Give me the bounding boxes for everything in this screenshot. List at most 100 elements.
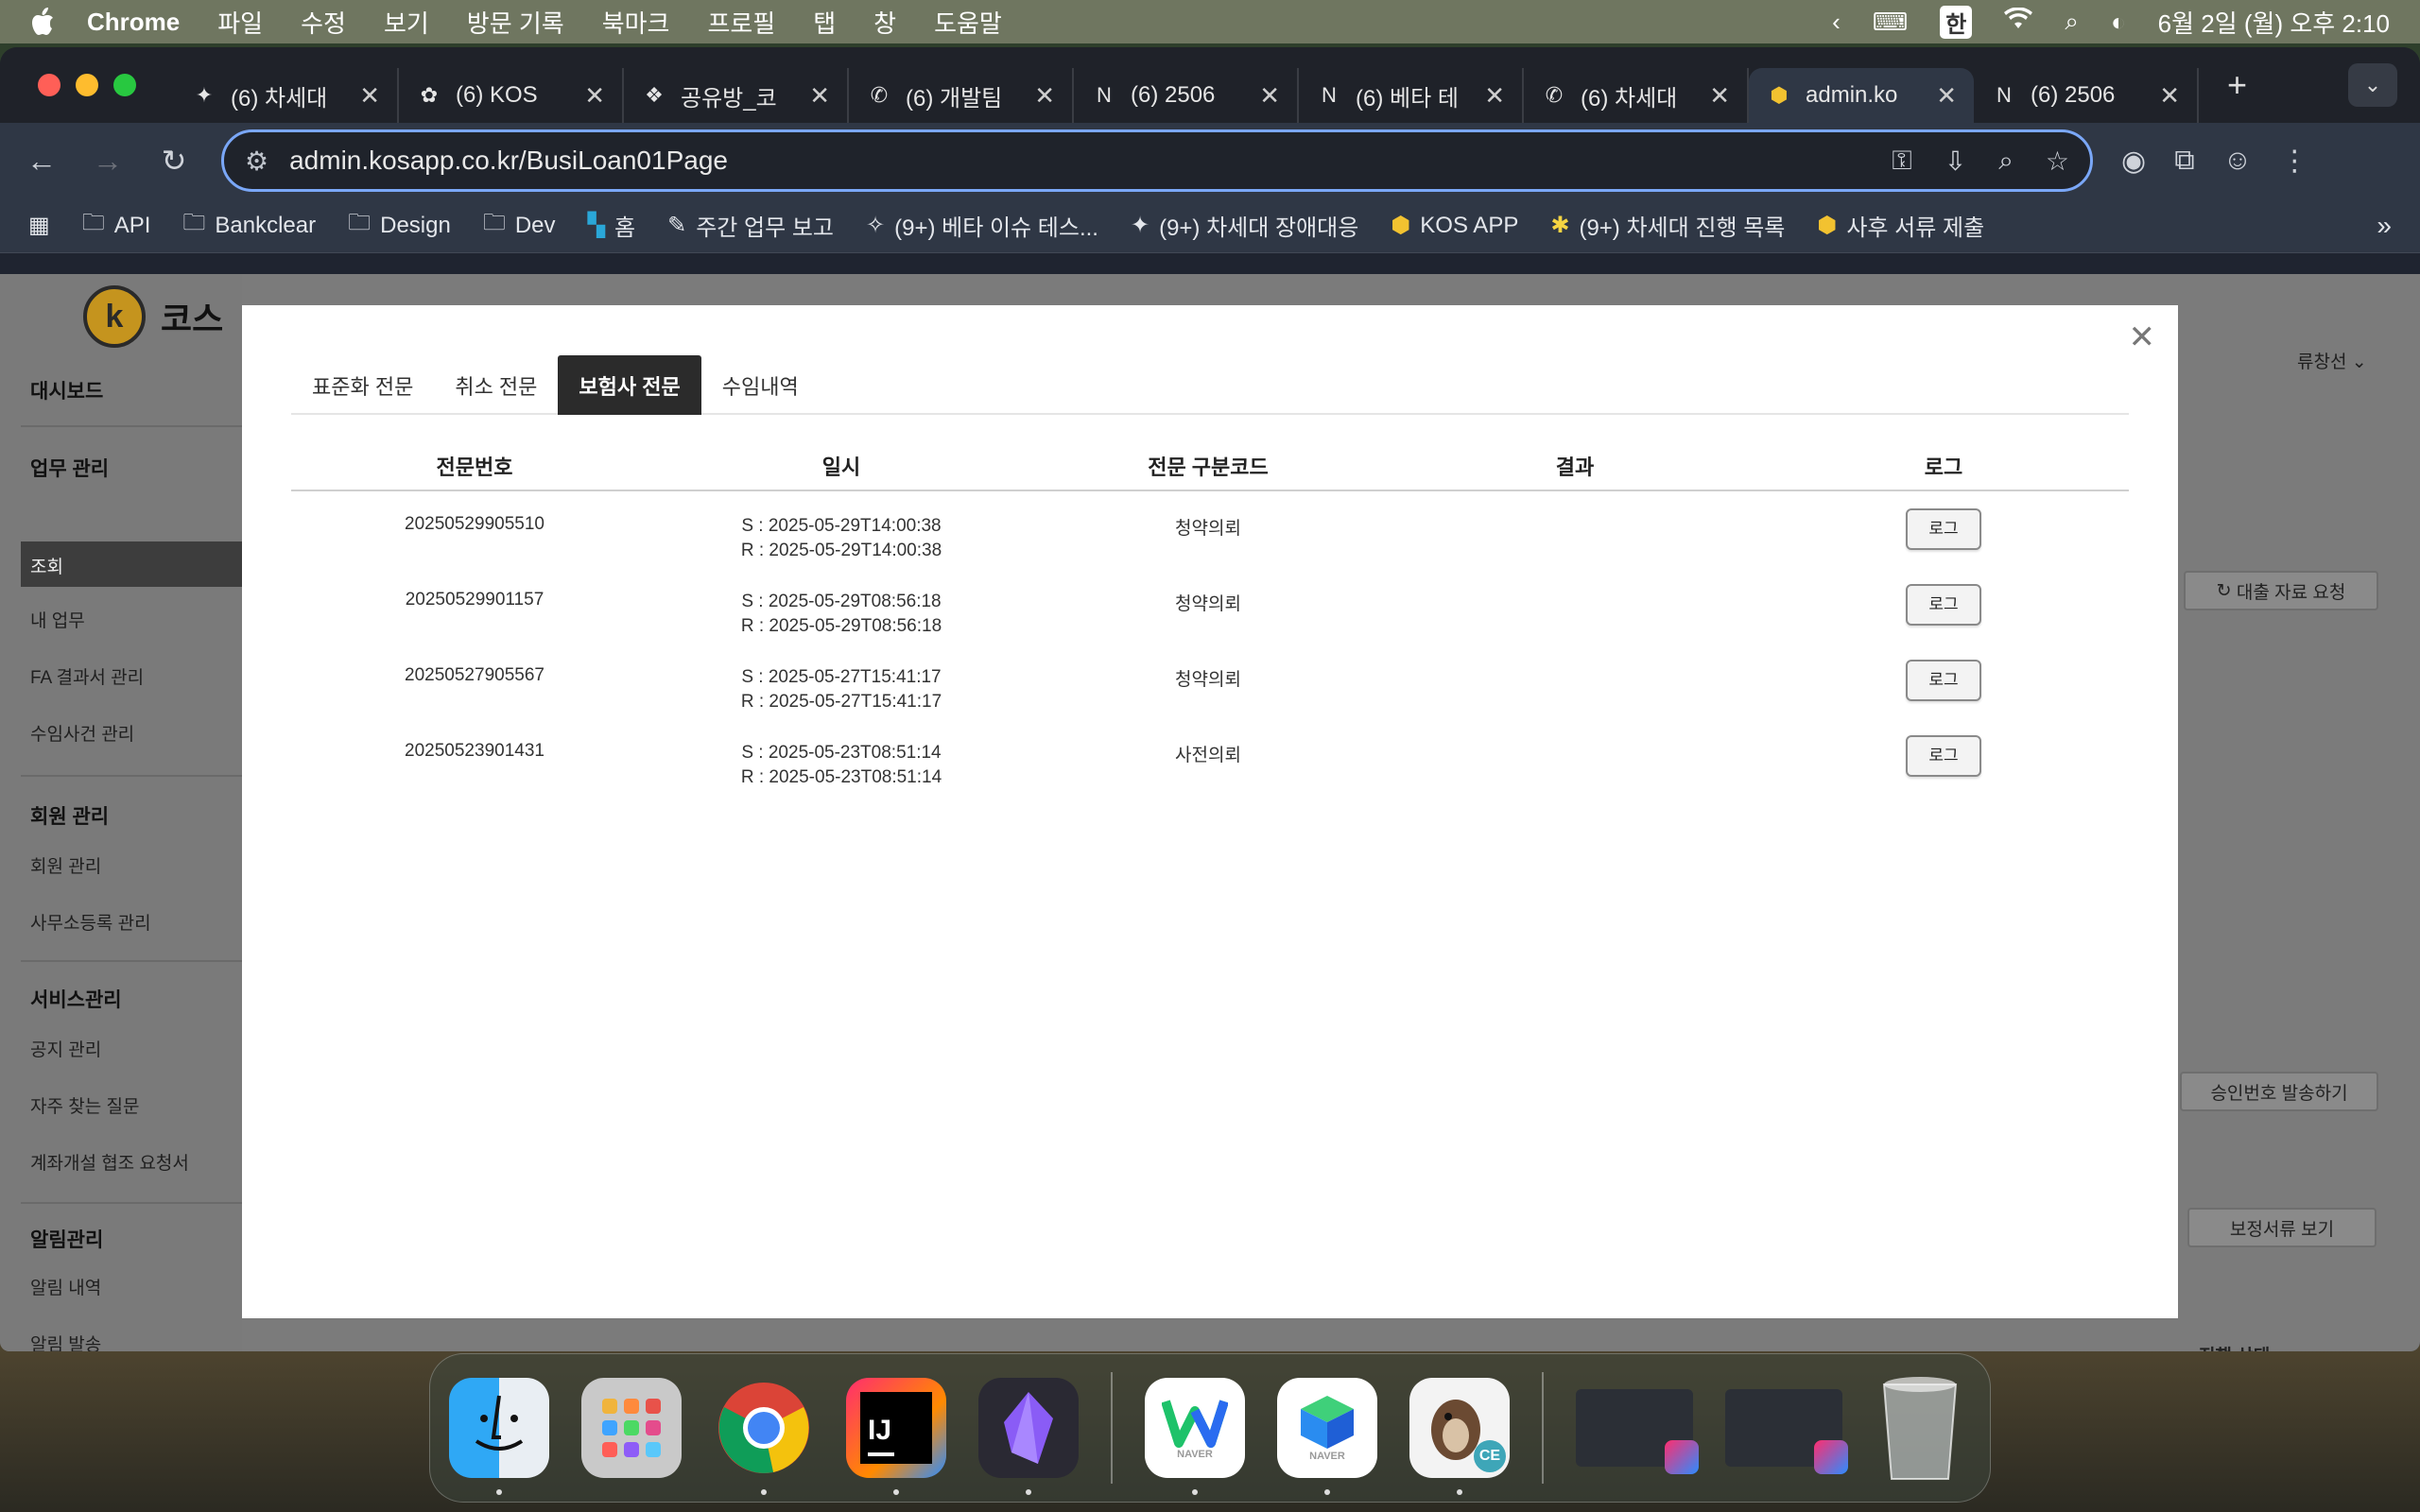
sidebar-item-account-request[interactable]: 계좌개설 협조 요청서	[30, 1149, 189, 1175]
bookmark-bankclear[interactable]: 🗀 Bankclear	[182, 206, 316, 245]
apps-grid-icon[interactable]: ▦	[28, 212, 50, 239]
bookmark-weekly-report[interactable]: ✎ 주간 업무 보고	[667, 209, 834, 242]
menu-profile[interactable]: 프로필	[707, 5, 775, 40]
browser-tab[interactable]: ❖ 공유방_코 ✕	[624, 68, 849, 123]
user-menu[interactable]: 류창선 ⌄	[2297, 348, 2367, 373]
camera-icon[interactable]: ◉	[2121, 145, 2146, 178]
tab-cancel-message[interactable]: 취소 전문	[434, 355, 558, 415]
menu-help[interactable]: 도움말	[934, 5, 1002, 40]
intellij-icon[interactable]: IJ	[846, 1378, 946, 1495]
menu-app-name[interactable]: Chrome	[87, 8, 180, 37]
close-icon[interactable]: ✕	[2129, 318, 2156, 356]
close-tab-icon[interactable]: ✕	[1936, 81, 1957, 111]
naver-works-icon[interactable]: NAVER	[1277, 1378, 1377, 1495]
tab-standard-message[interactable]: 표준화 전문	[291, 355, 434, 415]
site-settings-icon[interactable]: ⚙	[245, 146, 268, 177]
address-bar[interactable]: ⚙ admin.kosapp.co.kr/BusiLoan01Page ⚿ ⇩ …	[221, 129, 2093, 192]
reload-button[interactable]: ↻	[155, 143, 193, 179]
sidebar-dashboard[interactable]: 대시보드	[30, 376, 103, 404]
sidebar-item-search[interactable]: 조회	[21, 541, 248, 587]
password-key-icon[interactable]: ⚿	[1892, 146, 1911, 177]
close-window-button[interactable]	[38, 74, 60, 96]
extensions-icon[interactable]: ⧉	[2174, 145, 2194, 177]
bookmark-design[interactable]: 🗀 Design	[348, 206, 451, 245]
close-tab-icon[interactable]: ✕	[1259, 81, 1280, 111]
bookmark-api[interactable]: 🗀 API	[82, 206, 151, 245]
sidebar-item-fa-results[interactable]: FA 결과서 관리	[30, 663, 144, 689]
close-tab-icon[interactable]: ✕	[809, 81, 830, 111]
view-correction-docs-button[interactable]: 보정서류 보기	[2187, 1208, 2377, 1247]
log-button[interactable]: 로그	[1906, 508, 1981, 550]
loan-data-request-button[interactable]: ↻ 대출 자료 요청	[2184, 571, 2378, 610]
browser-tab[interactable]: ✿ (6) KOS ✕	[399, 68, 624, 123]
log-button[interactable]: 로그	[1906, 584, 1981, 626]
browser-tab[interactable]: ✆ (6) 개발팀 ✕	[849, 68, 1074, 123]
new-tab-button[interactable]: +	[2227, 65, 2247, 105]
bookmark-post-docs[interactable]: ⬢ 사후 서류 제출	[1817, 209, 1984, 242]
minimized-window-thumbnail[interactable]	[1725, 1389, 1848, 1474]
menu-tab[interactable]: 탭	[813, 5, 836, 40]
close-tab-icon[interactable]: ✕	[2159, 81, 2180, 111]
sidebar-item-alert-history[interactable]: 알림 내역	[30, 1274, 101, 1299]
zoom-window-button[interactable]	[113, 74, 136, 96]
menu-edit[interactable]: 수정	[301, 5, 346, 40]
sidebar-item-cases[interactable]: 수임사건 관리	[30, 720, 134, 746]
sidebar-item-my-work[interactable]: 내 업무	[30, 607, 85, 632]
close-tab-icon[interactable]: ✕	[1484, 81, 1505, 111]
app-logo[interactable]: k 코스	[83, 285, 223, 348]
launchpad-icon[interactable]	[581, 1378, 682, 1478]
menu-history[interactable]: 방문 기록	[467, 5, 564, 40]
log-button[interactable]: 로그	[1906, 660, 1981, 701]
back-button[interactable]: ←	[23, 144, 60, 179]
browser-tab-active[interactable]: ⬢ admin.ko ✕	[1749, 68, 1974, 123]
profile-icon[interactable]: ☺	[2223, 145, 2253, 177]
sidebar-item-office-registration[interactable]: 사무소등록 관리	[30, 909, 151, 935]
menu-clock[interactable]: 6월 2일 (월) 오후 2:10	[2158, 5, 2390, 40]
tab-search-button[interactable]: ⌄	[2348, 63, 2397, 107]
bookmark-beta-issue[interactable]: ✧ (9+) 베타 이슈 테스...	[866, 209, 1098, 242]
input-source-indicator[interactable]: 한	[1940, 5, 1973, 39]
bookmark-incident[interactable]: ✦ (9+) 차세대 장애대응	[1131, 209, 1358, 242]
chevron-left-icon[interactable]: ‹	[1832, 8, 1841, 37]
chrome-icon[interactable]	[714, 1378, 814, 1495]
address-bar-url[interactable]: admin.kosapp.co.kr/BusiLoan01Page	[289, 146, 1892, 176]
menu-view[interactable]: 보기	[384, 5, 429, 40]
bookmark-kos-app[interactable]: ⬢ KOS APP	[1391, 212, 1518, 239]
browser-tab[interactable]: N (6) 2506 ✕	[1074, 68, 1299, 123]
more-bookmarks-icon[interactable]: »	[2377, 211, 2392, 241]
obsidian-icon[interactable]	[978, 1378, 1079, 1495]
forward-button[interactable]: →	[89, 144, 127, 179]
wifi-icon[interactable]	[2004, 6, 2033, 37]
approval-number-send-button[interactable]: 승인번호 발송하기	[2180, 1072, 2378, 1111]
sidebar-item-alert-send[interactable]: 알림 발송	[30, 1331, 101, 1351]
tab-insurer-message[interactable]: 보험사 전문	[558, 355, 701, 415]
bookmark-dev[interactable]: 🗀 Dev	[483, 206, 556, 245]
browser-tab[interactable]: N (6) 2506 ✕	[1974, 68, 2199, 123]
sidebar-item-members[interactable]: 회원 관리	[30, 852, 101, 878]
bookmark-home[interactable]: ▚ 홈	[588, 209, 636, 242]
zoom-icon[interactable]: ⌕	[1998, 146, 2014, 177]
finder-icon[interactable]	[449, 1378, 549, 1495]
browser-tab[interactable]: N (6) 베타 테 ✕	[1299, 68, 1524, 123]
apple-icon[interactable]	[30, 8, 59, 36]
chrome-menu-icon[interactable]: ⋮	[2280, 145, 2308, 178]
close-tab-icon[interactable]: ✕	[584, 81, 605, 111]
install-app-icon[interactable]: ⇩	[1945, 146, 1966, 177]
minimize-window-button[interactable]	[76, 74, 98, 96]
tab-case-history[interactable]: 수임내역	[701, 355, 820, 415]
browser-tab[interactable]: ✆ (6) 차세대 ✕	[1524, 68, 1749, 123]
bookmark-star-icon[interactable]: ☆	[2046, 146, 2069, 177]
sidebar-item-faq[interactable]: 자주 찾는 질문	[30, 1092, 139, 1118]
sidebar-item-notices[interactable]: 공지 관리	[30, 1036, 101, 1061]
trash-icon[interactable]	[1875, 1371, 1965, 1485]
menu-file[interactable]: 파일	[217, 5, 263, 40]
dbeaver-icon[interactable]: CE	[1409, 1378, 1510, 1495]
menu-window[interactable]: 창	[873, 5, 896, 40]
bookmark-progress-list[interactable]: ✱ (9+) 차세대 진행 목록	[1550, 209, 1785, 242]
naver-whale-icon[interactable]: NAVER	[1145, 1378, 1245, 1495]
close-tab-icon[interactable]: ✕	[359, 81, 380, 111]
minimized-window-thumbnail[interactable]	[1576, 1389, 1699, 1474]
log-button[interactable]: 로그	[1906, 735, 1981, 777]
close-tab-icon[interactable]: ✕	[1709, 81, 1730, 111]
spotlight-search-icon[interactable]: ⌕	[2065, 7, 2079, 37]
